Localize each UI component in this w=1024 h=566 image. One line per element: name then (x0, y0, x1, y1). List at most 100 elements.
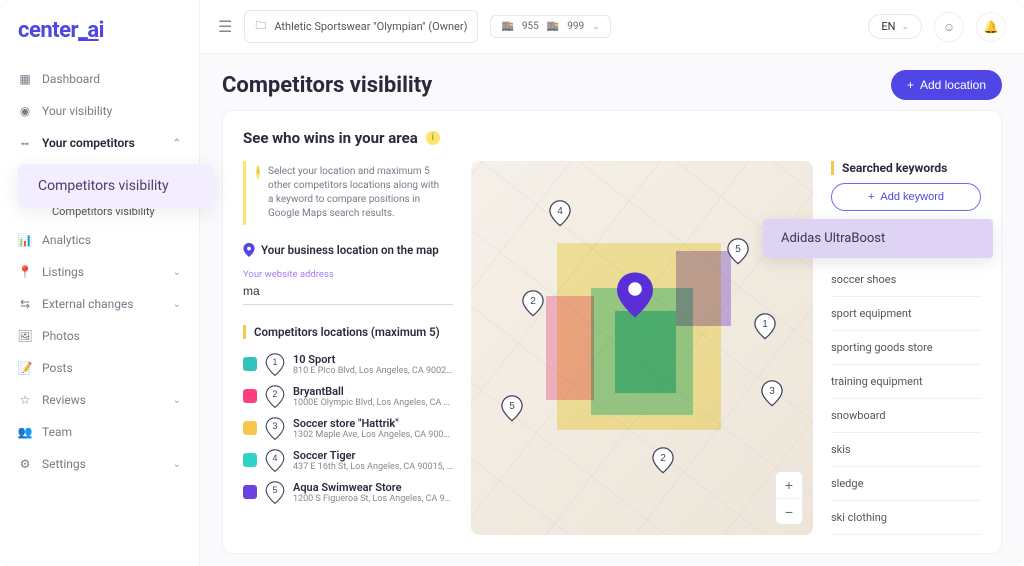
page-title: Competitors visibility (222, 73, 432, 98)
competitor-checkbox[interactable] (243, 357, 257, 371)
keyword-item[interactable]: ski clothing (831, 501, 981, 535)
add-location-button[interactable]: + Add location (891, 70, 1002, 100)
sidebar-item-reviews[interactable]: ☆Reviews⌄ (0, 384, 199, 416)
svg-text:1: 1 (762, 318, 768, 329)
chevron-down-icon: ⌄ (173, 459, 181, 470)
competitor-name: 10 Sport (293, 353, 453, 366)
sidebar-item-listings[interactable]: 📍Listings⌄ (0, 256, 199, 288)
keyword-item[interactable]: sledge (831, 467, 981, 501)
svg-text:5: 5 (273, 485, 278, 495)
competitor-row: 4Soccer Tiger437 E 16th St, Los Angeles,… (243, 449, 453, 473)
keyword-item[interactable]: training equipment (831, 365, 981, 399)
grid-icon: ▦ (18, 72, 32, 86)
competitor-row: 3Soccer store "Hattrik"1302 Maple Ave, L… (243, 417, 453, 441)
svg-text:3: 3 (769, 386, 775, 397)
panel-subtitle: See who wins in your area i (243, 129, 981, 147)
main-location-pin[interactable] (617, 272, 653, 318)
sidebar-item-external-changes[interactable]: ⇆External changes⌄ (0, 288, 199, 320)
sidebar-item-label: External changes (42, 297, 134, 311)
chevron-down-icon: ⌄ (592, 22, 600, 32)
keyword-item[interactable]: sport equipment (831, 297, 981, 331)
svg-text:1: 1 (273, 357, 278, 367)
users-icon: ⇔ (18, 136, 32, 150)
stat-2: 999 (567, 21, 584, 32)
submenu-highlight-competitors-visibility[interactable]: Competitors visibility (18, 164, 214, 208)
breadcrumb-dropdown[interactable]: 🗀 Athletic Sportswear "Olympian" (Owner) (244, 10, 478, 43)
svg-text:2: 2 (273, 389, 278, 399)
sidebar-item-label: Team (42, 425, 72, 439)
pin-icon (243, 243, 255, 257)
chevron-down-icon: ⌄ (173, 267, 181, 278)
competitor-checkbox[interactable] (243, 485, 257, 499)
language-label: EN (881, 20, 895, 33)
chart-icon: 📊 (18, 233, 32, 247)
competitor-row: 5 Aqua Swimwear Store1200 S Figueroa St, … (243, 481, 453, 505)
sidebar-item-your-competitors[interactable]: ⇔Your competitors⌃ (0, 127, 199, 159)
zoom-out-button[interactable]: − (776, 498, 802, 524)
map-zoom-controls: + − (775, 471, 803, 525)
competitor-checkbox[interactable] (243, 421, 257, 435)
competitor-name: Aqua Swimwear Store (293, 481, 453, 494)
page-header: Competitors visibility + Add location (200, 54, 1024, 110)
store-stats[interactable]: 🏬955 🏬999 ⌄ (490, 15, 610, 38)
svg-text:2: 2 (660, 453, 666, 464)
website-input[interactable] (243, 280, 453, 305)
language-selector[interactable]: EN ⌄ (868, 14, 922, 39)
sidebar-item-settings[interactable]: ⚙Settings⌄ (0, 448, 199, 480)
add-location-label: Add location (920, 78, 986, 92)
sidebar-item-your-visibility[interactable]: ◉Your visibility (0, 95, 199, 127)
map-competitor-pin[interactable]: 2 (522, 290, 544, 318)
map-competitor-pin[interactable]: 5 (727, 238, 749, 266)
competitor-address: 1200 S Figueroa St, Los Angeles, CA 9001… (293, 494, 453, 504)
keyword-item[interactable]: soccer shoes (831, 263, 981, 297)
sidebar-item-posts[interactable]: 📝Posts (0, 352, 199, 384)
user-avatar-button[interactable]: ☺ (934, 12, 964, 42)
sidebar-item-photos[interactable]: 🖼Photos (0, 320, 199, 352)
competitors-heading: Competitors locations (maximum 5) (243, 325, 453, 339)
sidebar: center_ai ▦Dashboard◉Your visibility⇔You… (0, 0, 200, 566)
keyword-item[interactable]: snowboard (831, 399, 981, 433)
keyword-highlight-adidas-ultraboost[interactable]: Adidas UltraBoost (763, 219, 993, 258)
sidebar-item-label: Settings (42, 457, 86, 471)
sidebar-item-team[interactable]: 👥Team (0, 416, 199, 448)
eye-icon: ◉ (18, 104, 32, 118)
chevron-up-icon: ⌃ (173, 138, 181, 149)
map-competitor-pin[interactable]: 2 (652, 447, 674, 475)
topbar: ☰ 🗀 Athletic Sportswear "Olympian" (Owne… (200, 0, 1024, 54)
competitor-pin-icon: 1 (265, 353, 285, 377)
svg-text:3: 3 (273, 421, 278, 431)
competitor-checkbox[interactable] (243, 389, 257, 403)
add-keyword-button[interactable]: + Add keyword (831, 183, 981, 211)
map-competitor-pin[interactable]: 5 (501, 395, 523, 423)
map-competitor-pin[interactable]: 3 (761, 380, 783, 408)
hint-box: i Select your location and maximum 5 oth… (243, 161, 453, 225)
zoom-in-button[interactable]: + (776, 472, 802, 498)
business-location-label: Your business location on the map (261, 243, 439, 257)
svg-text:4: 4 (273, 453, 278, 463)
info-icon[interactable]: i (426, 131, 440, 145)
map-competitor-pin[interactable]: 1 (754, 313, 776, 341)
keywords-column: Searched keywords + Add keyword Adidas U… (831, 161, 981, 535)
competitor-name: BryantBall (293, 385, 453, 398)
brand-logo: center_ai (0, 12, 199, 57)
competitor-checkbox[interactable] (243, 453, 257, 467)
sidebar-item-label: Posts (42, 361, 73, 375)
plus-icon: + (907, 78, 914, 92)
map-competitor-pin[interactable]: 4 (549, 200, 571, 228)
keyword-item[interactable]: skis (831, 433, 981, 467)
competitor-name: Soccer store "Hattrik" (293, 417, 453, 430)
sidebar-item-dashboard[interactable]: ▦Dashboard (0, 63, 199, 95)
sidebar-item-analytics[interactable]: 📊Analytics (0, 224, 199, 256)
notifications-button[interactable]: 🔔 (976, 12, 1006, 42)
map[interactable]: 4 2 5 5 1 3 2 + − (471, 161, 813, 535)
competitors-list: 110 Sport810 E Pico Blvd, Los Angeles, C… (243, 353, 453, 505)
chevron-down-icon: ⌄ (901, 22, 909, 32)
keyword-item[interactable]: sporting goods store (831, 331, 981, 365)
svg-text:4: 4 (557, 206, 563, 217)
svg-text:5: 5 (735, 243, 741, 254)
chevron-down-icon: ⌄ (173, 395, 181, 406)
competitor-row: 110 Sport810 E Pico Blvd, Los Angeles, C… (243, 353, 453, 377)
svg-text:2: 2 (530, 296, 536, 307)
menu-toggle-icon[interactable]: ☰ (218, 17, 232, 36)
website-field-label: Your website address (243, 269, 453, 280)
